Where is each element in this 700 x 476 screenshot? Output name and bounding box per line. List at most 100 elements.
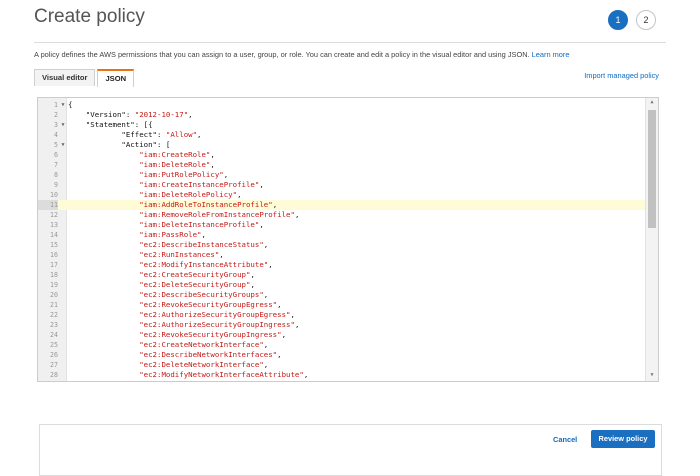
json-token: , [273,200,277,209]
json-string: "ec2:DescribeSecurityGroups" [68,290,264,299]
code-text: "ec2:RevokeSecurityGroupIngress", [68,330,286,340]
code-text: "iam:PassRole", [68,230,206,240]
code-line[interactable]: 25 "ec2:CreateNetworkInterface", [38,340,645,350]
json-string: "ec2:ModifyNetworkInterfaceAttribute" [68,370,304,379]
code-line[interactable]: 1▼{ [38,100,645,110]
fold-arrow-icon[interactable]: ▼ [60,120,66,130]
line-number: 10 [38,190,58,200]
code-line[interactable]: 9 "iam:CreateInstanceProfile", [38,180,645,190]
json-token: , [259,220,263,229]
line-number: 20 [38,290,58,300]
learn-more-link[interactable]: Learn more [532,50,570,59]
import-managed-policy-link[interactable]: Import managed policy [584,71,659,80]
tab-json[interactable]: JSON [97,69,134,87]
code-line[interactable]: 19 "ec2:DeleteSecurityGroup", [38,280,645,290]
json-token: , [210,150,214,159]
code-line[interactable]: 6 "iam:CreateRole", [38,150,645,160]
code-text: "ec2:DeleteSecurityGroup", [68,280,255,290]
json-token: , [282,330,286,339]
cancel-button[interactable]: Cancel [553,435,577,444]
code-line[interactable]: 14 "iam:PassRole", [38,230,645,240]
code-line[interactable]: 12 "iam:RemoveRoleFromInstanceProfile", [38,210,645,220]
scroll-up-arrow-icon[interactable]: ▲ [646,99,658,105]
fold-arrow-icon[interactable]: ▼ [60,100,66,110]
line-number: 27 [38,360,58,370]
code-text: "ec2:AuthorizeSecurityGroupEgress", [68,310,295,320]
code-line[interactable]: 16 "ec2:RunInstances", [38,250,645,260]
step-1-indicator: 1 [608,10,628,30]
json-token: , [264,240,268,249]
scrollbar-thumb[interactable] [648,110,656,228]
code-line[interactable]: 13 "iam:DeleteInstanceProfile", [38,220,645,230]
json-string: "iam:PutRolePolicy" [68,170,224,179]
code-line[interactable]: 4 "Effect": "Allow", [38,130,645,140]
code-lines: 1▼{2 "Version": "2012-10-17",3▼ "Stateme… [38,100,645,380]
code-text: "iam:AddRoleToInstanceProfile", [68,200,277,210]
line-number: 2 [38,110,58,120]
json-token: , [295,210,299,219]
json-token: , [210,160,214,169]
header-divider [34,42,666,43]
fold-arrow-icon[interactable]: ▼ [60,140,66,150]
scroll-down-arrow-icon[interactable]: ▼ [646,372,658,378]
page-title: Create policy [34,6,145,28]
code-line[interactable]: 20 "ec2:DescribeSecurityGroups", [38,290,645,300]
code-line[interactable]: 8 "iam:PutRolePolicy", [38,170,645,180]
code-text: "ec2:RunInstances", [68,250,224,260]
json-string: "iam:CreateRole" [68,150,210,159]
code-text: "iam:PutRolePolicy", [68,170,228,180]
json-token: "Version": [68,110,135,119]
review-policy-button[interactable]: Review policy [591,430,655,448]
json-token: , [237,190,241,199]
code-line[interactable]: 2 "Version": "2012-10-17", [38,110,645,120]
policy-description: A policy defines the AWS permissions tha… [34,50,569,59]
code-line[interactable]: 24 "ec2:RevokeSecurityGroupIngress", [38,330,645,340]
code-line[interactable]: 7 "iam:DeleteRole", [38,160,645,170]
json-string: "ec2:AuthorizeSecurityGroupIngress" [68,320,295,329]
code-line[interactable]: 17 "ec2:ModifyInstanceAttribute", [38,260,645,270]
code-line[interactable]: 22 "ec2:AuthorizeSecurityGroupEgress", [38,310,645,320]
code-line[interactable]: 3▼ "Statement": [{ [38,120,645,130]
tab-visual-editor[interactable]: Visual editor [34,69,95,86]
json-string: "iam:PassRole" [68,230,202,239]
line-number: 14 [38,230,58,240]
code-line[interactable]: 11 "iam:AddRoleToInstanceProfile", [38,200,645,210]
code-line[interactable]: 5▼ "Action": [ [38,140,645,150]
line-number: 8 [38,170,58,180]
line-number: 12 [38,210,58,220]
line-number: 21 [38,300,58,310]
json-token: , [277,300,281,309]
json-token: { [68,100,72,109]
code-line[interactable]: 21 "ec2:RevokeSecurityGroupEgress", [38,300,645,310]
code-text: "ec2:CreateSecurityGroup", [68,270,255,280]
line-number: 22 [38,310,58,320]
line-number: 25 [38,340,58,350]
code-text: "iam:CreateRole", [68,150,215,160]
code-line[interactable]: 18 "ec2:CreateSecurityGroup", [38,270,645,280]
code-text: "iam:DeleteInstanceProfile", [68,220,264,230]
json-token: "Action": [ [68,140,170,149]
json-string: "iam:DeleteRolePolicy" [68,190,237,199]
line-number: 11 [38,200,58,210]
editor-vertical-scrollbar[interactable]: ▲ ▼ [645,98,658,381]
line-number: 18 [38,270,58,280]
json-token: , [188,110,192,119]
json-string: "ec2:RunInstances" [68,250,219,259]
code-line[interactable]: 27 "ec2:DeleteNetworkInterface", [38,360,645,370]
code-text: "ec2:DescribeInstanceStatus", [68,240,268,250]
json-token: , [264,340,268,349]
json-token: , [268,260,272,269]
code-line[interactable]: 26 "ec2:DescribeNetworkInterfaces", [38,350,645,360]
json-code-editor[interactable]: 1▼{2 "Version": "2012-10-17",3▼ "Stateme… [37,97,659,382]
line-number: 23 [38,320,58,330]
code-line[interactable]: 15 "ec2:DescribeInstanceStatus", [38,240,645,250]
json-string: "2012-10-17" [135,110,188,119]
code-text: "ec2:RevokeSecurityGroupEgress", [68,300,282,310]
code-line[interactable]: 10 "iam:DeleteRolePolicy", [38,190,645,200]
code-line[interactable]: 23 "ec2:AuthorizeSecurityGroupIngress", [38,320,645,330]
code-text: "ec2:DescribeSecurityGroups", [68,290,268,300]
line-number: 4 [38,130,58,140]
code-line[interactable]: 28 "ec2:ModifyNetworkInterfaceAttribute"… [38,370,645,380]
json-string: "ec2:DescribeNetworkInterfaces" [68,350,277,359]
step-2-indicator: 2 [636,10,656,30]
